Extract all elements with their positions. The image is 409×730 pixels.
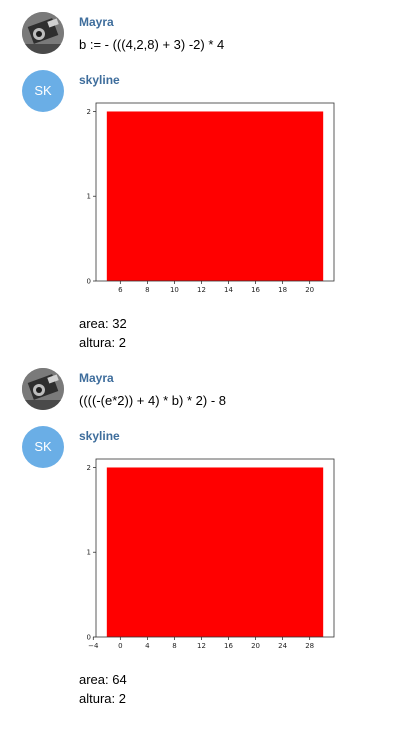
message-text: ((((-(e*2)) + 4) * b) * 2) - 8	[79, 393, 226, 408]
area-text: area: 64	[79, 672, 127, 687]
chart-bar-0	[106, 111, 324, 281]
x-tick-label: 16	[251, 286, 260, 294]
x-tick-label: −4	[88, 642, 99, 650]
bar-chart[interactable]: −4 0 4 8 12 16 20 24 28012	[80, 456, 340, 656]
user-photo-icon	[22, 12, 64, 54]
avatar[interactable]	[22, 368, 64, 410]
x-tick-label: 0	[118, 642, 122, 650]
avatar[interactable]: SK	[22, 70, 64, 112]
x-tick-label: 18	[278, 286, 287, 294]
y-tick-label: 2	[87, 108, 91, 116]
x-tick-label: 8	[172, 642, 176, 650]
x-tick-label: 28	[305, 642, 314, 650]
x-tick-label: 24	[278, 642, 287, 650]
x-tick-label: 4	[145, 642, 150, 650]
x-tick-label: 10	[170, 286, 179, 294]
x-tick-label: 12	[197, 286, 206, 294]
y-tick-label: 0	[87, 278, 91, 286]
x-tick-label: 12	[197, 642, 206, 650]
sender-name[interactable]: Mayra	[79, 15, 114, 29]
avatar[interactable]: SK	[22, 426, 64, 468]
x-tick-label: 16	[224, 642, 233, 650]
sender-name[interactable]: skyline	[79, 73, 120, 87]
sender-name[interactable]: skyline	[79, 429, 120, 443]
y-tick-label: 1	[87, 193, 91, 201]
height-text: altura: 2	[79, 691, 126, 706]
avatar[interactable]	[22, 12, 64, 54]
x-tick-label: 14	[224, 286, 233, 294]
user-photo-icon	[22, 368, 64, 410]
x-tick-label: 20	[251, 642, 260, 650]
bar-chart[interactable]: 6 8 10 12 14 16 18 20012	[80, 100, 340, 300]
area-text: area: 32	[79, 316, 127, 331]
x-tick-label: 20	[305, 286, 314, 294]
chart-bar-0	[106, 467, 324, 637]
y-tick-label: 2	[87, 464, 91, 472]
x-tick-label: 8	[145, 286, 149, 294]
y-tick-label: 0	[87, 634, 91, 642]
sender-name[interactable]: Mayra	[79, 371, 114, 385]
y-tick-label: 1	[87, 549, 91, 557]
message-text: b := - (((4,2,8) + 3) -2) * 4	[79, 37, 225, 52]
height-text: altura: 2	[79, 335, 126, 350]
x-tick-label: 6	[118, 286, 123, 294]
